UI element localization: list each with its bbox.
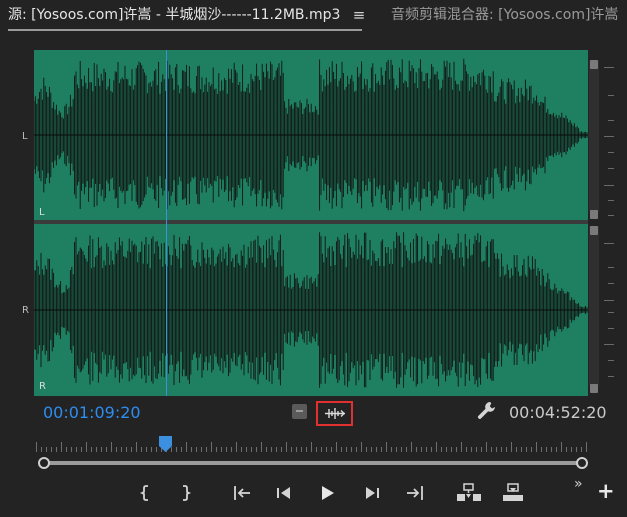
more-buttons-icon[interactable]: » [574, 476, 583, 492]
channel-right-label: R [39, 381, 46, 392]
vertical-zoom-handle-top-2[interactable] [590, 226, 598, 235]
play-button[interactable] [314, 480, 340, 506]
current-timecode[interactable]: 00:01:09:20 [43, 403, 141, 422]
panel-tab-bar: 源: [Yosoos.com]许嵩 - 半城烟沙------11.2MB.mp3… [0, 0, 627, 33]
vertical-zoom-scroll-right[interactable] [589, 226, 599, 386]
go-to-in-icon [234, 486, 250, 500]
audio-waveform-display[interactable]: L R [34, 50, 588, 396]
waveform-right-svg [34, 232, 588, 388]
step-back-button[interactable] [271, 480, 297, 506]
time-ruler[interactable] [36, 436, 588, 452]
wrench-icon[interactable] [476, 400, 498, 422]
channel-left-waveform: L [34, 50, 588, 220]
vertical-zoom-scroll-left[interactable] [589, 60, 599, 212]
go-to-out-button[interactable] [402, 480, 428, 506]
mark-in-button[interactable] [133, 480, 159, 506]
vertical-zoom-handle-top[interactable] [590, 60, 598, 69]
side-label-left: L [22, 131, 28, 142]
drag-audio-only-icon [325, 408, 345, 419]
zoom-scroll-handle-right[interactable] [576, 457, 588, 469]
step-back-icon [277, 487, 290, 499]
active-tab-underline [8, 29, 362, 31]
hamburger-menu-icon[interactable]: ≡ [351, 5, 367, 25]
mark-in-icon [139, 485, 148, 501]
zoom-scroll-bar[interactable] [43, 461, 583, 465]
amplitude-ruler [600, 50, 614, 396]
waveform-left-svg [34, 58, 588, 212]
insert-icon [457, 483, 481, 501]
drag-audio-only-button[interactable] [316, 401, 353, 426]
channel-right-waveform: R [34, 224, 588, 396]
step-forward-button[interactable] [359, 480, 385, 506]
tab-audio-clip-mixer[interactable]: 音频剪辑混合器: [Yosoos.com]许嵩 [391, 0, 627, 33]
channel-left-label: L [39, 207, 45, 218]
go-to-out-icon [407, 486, 423, 500]
mark-out-button[interactable] [172, 480, 198, 506]
insert-button[interactable] [455, 480, 483, 506]
playhead-line[interactable] [166, 50, 167, 396]
playhead-marker[interactable] [159, 436, 172, 452]
vertical-zoom-handle-bottom[interactable] [590, 210, 598, 219]
overwrite-icon [503, 483, 523, 501]
overwrite-button[interactable] [499, 480, 527, 506]
zoom-scroll-handle-left[interactable] [38, 457, 50, 469]
mark-out-icon [183, 485, 192, 501]
drag-video-only-icon[interactable] [292, 404, 307, 419]
step-forward-icon [366, 487, 379, 499]
side-label-right: R [22, 305, 29, 316]
duration-timecode: 00:04:52:20 [509, 403, 607, 422]
go-to-in-button[interactable] [229, 480, 255, 506]
vertical-zoom-handle-bottom-2[interactable] [590, 384, 598, 393]
play-icon [322, 486, 334, 500]
button-editor-add-icon[interactable]: + [597, 481, 615, 502]
